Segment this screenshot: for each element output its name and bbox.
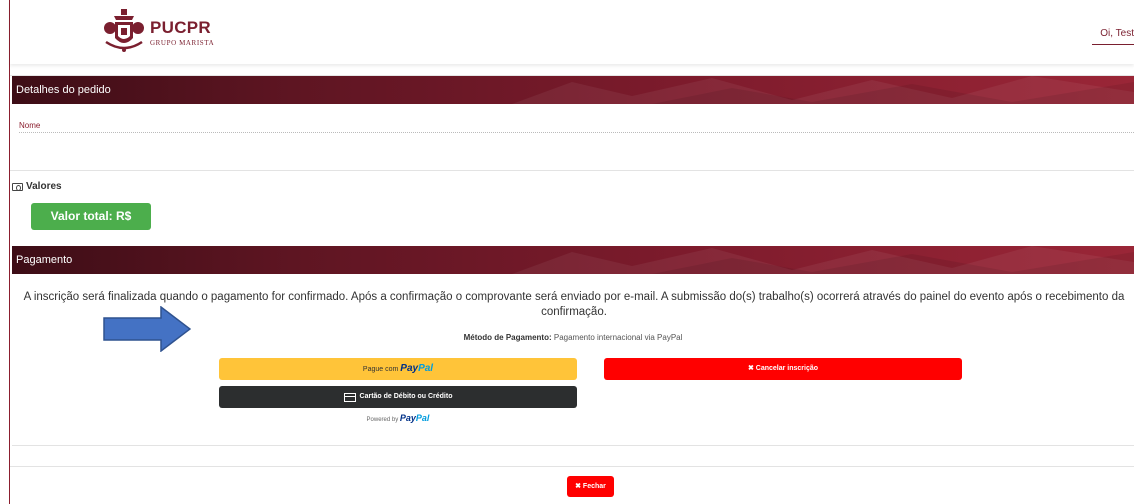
powered-paypal-pay: Pay (399, 413, 416, 423)
footer-separator (10, 466, 1134, 467)
debit-credit-card-button[interactable]: Cartão de Débito ou Crédito (219, 386, 577, 408)
name-divider (19, 132, 1134, 133)
pucpr-logo[interactable]: PUCPR GRUPO MARISTA (102, 8, 214, 56)
name-label: Nome (19, 121, 41, 130)
section-separator (10, 170, 1134, 171)
blue-arrow-annotation (103, 306, 191, 352)
values-heading: Valores (12, 181, 62, 192)
pay-with-paypal-button[interactable]: Pague com PayPal (219, 358, 577, 380)
cancel-registration-button[interactable]: ✖ Cancelar inscrição (604, 358, 962, 380)
paypal-prefix: Pague com (362, 366, 399, 373)
credit-card-icon (343, 392, 356, 402)
order-details-header: Detalhes do pedido (12, 76, 1134, 104)
top-header: PUCPR GRUPO MARISTA Oi, Test (10, 0, 1134, 64)
brand-name: PUCPR (150, 17, 212, 37)
texture-decoration (512, 246, 1134, 274)
money-icon (12, 182, 23, 191)
payment-title: Pagamento (16, 254, 73, 266)
card-button-label: Cartão de Débito ou Crédito (359, 393, 453, 400)
texture-decoration (512, 76, 1134, 104)
powered-prefix: Powered by (366, 417, 399, 423)
payment-method-label: Método de Pagamento: (463, 333, 552, 342)
paypal-logo-pal: Pal (418, 363, 434, 374)
total-value-badge: Valor total: R$ 150,00 (31, 203, 151, 250)
payment-method: Método de Pagamento: Pagamento internaci… (12, 333, 1134, 342)
values-heading-label: Valores (26, 181, 62, 192)
crest-icon (104, 9, 144, 52)
powered-paypal-pal: Pal (415, 413, 430, 423)
brand-subtitle: GRUPO MARISTA (150, 38, 215, 47)
greeting-underline (1092, 44, 1134, 45)
order-details-title: Detalhes do pedido (16, 84, 111, 96)
payment-method-value: Pagamento internacional via PayPal (553, 333, 683, 342)
user-greeting[interactable]: Oi, Test (1100, 28, 1134, 39)
paypal-logo-pay: Pay (400, 363, 419, 374)
close-button[interactable]: ✖ Fechar (567, 476, 614, 497)
powered-by-paypal: Powered by PayPal (219, 413, 577, 423)
payment-header: Pagamento (12, 246, 1134, 274)
